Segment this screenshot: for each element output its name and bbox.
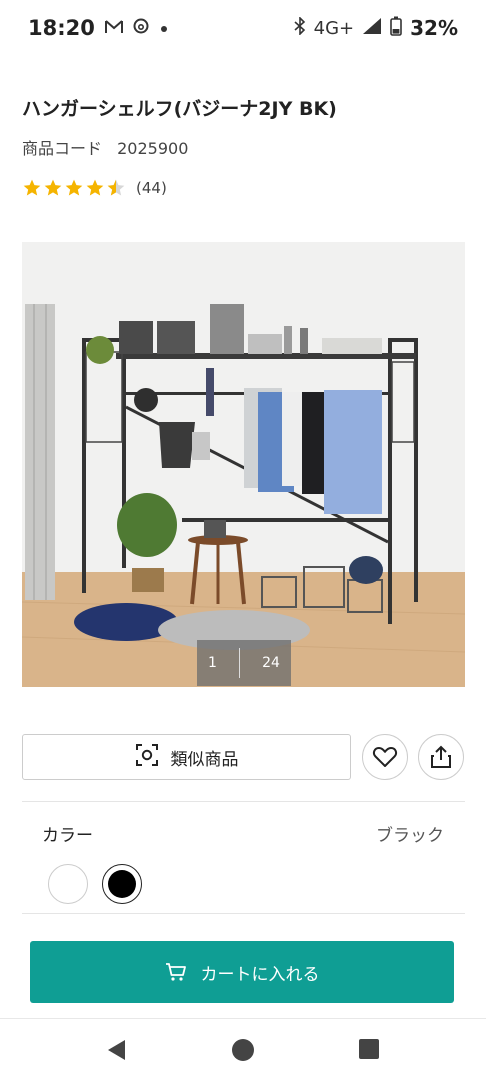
- star-icon: [44, 179, 62, 196]
- product-code: 商品コード 2025900: [22, 135, 188, 159]
- star-icon: [86, 179, 104, 196]
- network-type: 4G+: [313, 17, 355, 39]
- rating-count: (44): [136, 179, 167, 197]
- rating[interactable]: (44): [22, 178, 167, 198]
- status-time: 18:20: [28, 16, 95, 40]
- divider: [22, 913, 465, 914]
- bluetooth-icon: [294, 15, 306, 40]
- color-swatch-black[interactable]: [102, 864, 142, 904]
- product-image: [22, 242, 465, 687]
- heart-icon: [372, 747, 398, 767]
- image-pager: 1 24: [197, 640, 291, 686]
- status-bar: 18:20 4G+ 32%: [0, 0, 486, 56]
- add-to-cart-button[interactable]: カートに入れる: [30, 941, 454, 1003]
- camera-scan-icon: [135, 743, 159, 772]
- navigation-bar: [0, 1018, 486, 1080]
- product-title: ハンガーシェルフ(バジーナ2JY BK): [22, 98, 337, 120]
- signal-icon: [362, 17, 382, 40]
- color-label: カラー: [42, 826, 93, 846]
- share-button[interactable]: [418, 734, 464, 780]
- home-icon[interactable]: [231, 1038, 255, 1062]
- share-icon: [431, 745, 451, 768]
- divider: [22, 801, 465, 802]
- similar-products-button[interactable]: 類似商品: [22, 734, 351, 780]
- pager-total: 24: [262, 655, 280, 671]
- battery-icon: [390, 16, 402, 41]
- star-half-icon: [107, 179, 125, 196]
- pager-current: 1: [208, 655, 217, 671]
- notification-dot-icon: [159, 18, 169, 39]
- selected-color: ブラック: [376, 826, 444, 846]
- recents-icon[interactable]: [358, 1038, 380, 1060]
- battery-percentage: 32%: [410, 16, 458, 40]
- pager-divider: [239, 648, 241, 678]
- product-code-value: 2025900: [117, 139, 189, 158]
- threads-icon: [133, 17, 149, 40]
- cart-icon: [165, 963, 186, 981]
- similar-products-label: 類似商品: [170, 749, 239, 770]
- favorite-button[interactable]: [362, 734, 408, 780]
- star-icon: [65, 179, 83, 196]
- star-icon: [23, 179, 41, 196]
- back-icon[interactable]: [105, 1038, 127, 1062]
- product-code-label: 商品コード: [22, 139, 103, 158]
- add-to-cart-label: カートに入れる: [200, 964, 320, 985]
- rating-stars: [22, 178, 126, 198]
- color-swatch-white[interactable]: [48, 864, 88, 904]
- product-image-gallery[interactable]: 1 24: [22, 242, 465, 687]
- gmail-icon: [104, 18, 123, 39]
